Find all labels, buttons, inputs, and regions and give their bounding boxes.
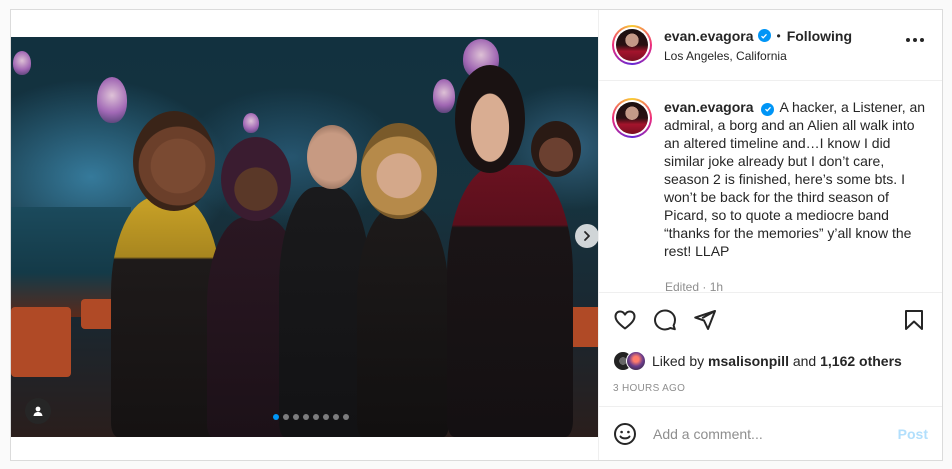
carousel-dot: [343, 414, 349, 420]
post-location[interactable]: Los Angeles, California: [664, 50, 852, 62]
avatar-image: [616, 29, 648, 61]
heart-icon[interactable]: [613, 308, 637, 332]
head-silhouette: [361, 123, 437, 219]
likes-count[interactable]: 1,162 others: [820, 353, 902, 369]
media-pane: [11, 10, 599, 460]
post-card: evan.evagora • Following Los Angeles, Ca…: [10, 9, 943, 461]
head-silhouette: [455, 65, 525, 173]
author-avatar[interactable]: [612, 25, 652, 65]
more-icon: [906, 38, 910, 42]
liker-username[interactable]: msalisonpill: [708, 353, 789, 369]
carousel-dot: [313, 414, 319, 420]
carousel-dot: [273, 414, 279, 420]
likes-prefix: Liked by: [652, 353, 705, 369]
post-comment-button[interactable]: Post: [898, 426, 928, 442]
carousel-dot: [303, 414, 309, 420]
caption-text: evan.evagora A hacker, a Listener, an ad…: [664, 98, 926, 292]
comment-icon[interactable]: [653, 308, 677, 332]
person-silhouette: [357, 207, 449, 437]
action-bar: [613, 305, 926, 335]
more-options-button[interactable]: [906, 38, 924, 42]
author-username[interactable]: evan.evagora: [664, 29, 754, 43]
person-silhouette: [111, 197, 221, 437]
chevron-right-icon: [584, 231, 590, 241]
header-separator: •: [776, 28, 781, 43]
actions-area: Liked by msalisonpill and 1,162 others 3…: [599, 292, 942, 394]
caption-area: evan.evagora A hacker, a Listener, an ad…: [599, 81, 942, 292]
stool-decor: [11, 307, 71, 377]
verified-badge-icon: [757, 29, 771, 42]
verified-badge-icon: [761, 102, 775, 116]
lamp-decor: [243, 113, 259, 133]
comment-bar: Post: [599, 406, 942, 460]
avatar-image: [616, 102, 648, 134]
caption-body: A hacker, a Listener, an admiral, a borg…: [664, 99, 926, 259]
post-side-pane: evan.evagora • Following Los Angeles, Ca…: [599, 10, 942, 460]
person-silhouette: [447, 165, 573, 437]
bookmark-icon[interactable]: [902, 308, 926, 332]
lamp-decor: [13, 51, 31, 75]
comment-input[interactable]: [653, 425, 898, 442]
head-silhouette: [531, 121, 581, 177]
likes-summary[interactable]: Liked by msalisonpill and 1,162 others: [652, 353, 902, 369]
user-tag-icon: [33, 406, 43, 416]
liker-avatar[interactable]: [626, 351, 646, 371]
carousel-dot: [323, 414, 329, 420]
lamp-decor: [433, 79, 455, 113]
carousel-indicator: [273, 414, 349, 420]
following-button[interactable]: Following: [787, 29, 852, 43]
caption-avatar[interactable]: [612, 98, 652, 138]
head-silhouette: [307, 125, 357, 189]
edited-label: Edited · 1h: [665, 280, 724, 292]
carousel-next-button[interactable]: [575, 224, 598, 248]
head-silhouette: [133, 111, 215, 211]
carousel-dot: [333, 414, 339, 420]
post-timestamp[interactable]: 3 HOURS AGO: [613, 383, 926, 394]
share-icon[interactable]: [693, 308, 717, 332]
likes-connector: and: [792, 353, 817, 369]
post-photo[interactable]: [11, 37, 598, 437]
carousel-dot: [283, 414, 289, 420]
caption-username[interactable]: evan.evagora: [664, 99, 754, 115]
emoji-icon[interactable]: [613, 422, 637, 446]
head-silhouette: [221, 137, 291, 221]
user-tags-button[interactable]: [25, 398, 51, 424]
carousel-dot: [293, 414, 299, 420]
likes-row: Liked by msalisonpill and 1,162 others: [613, 351, 926, 371]
liker-avatars: [613, 351, 646, 371]
lamp-decor: [97, 77, 127, 123]
post-header: evan.evagora • Following Los Angeles, Ca…: [599, 10, 942, 81]
